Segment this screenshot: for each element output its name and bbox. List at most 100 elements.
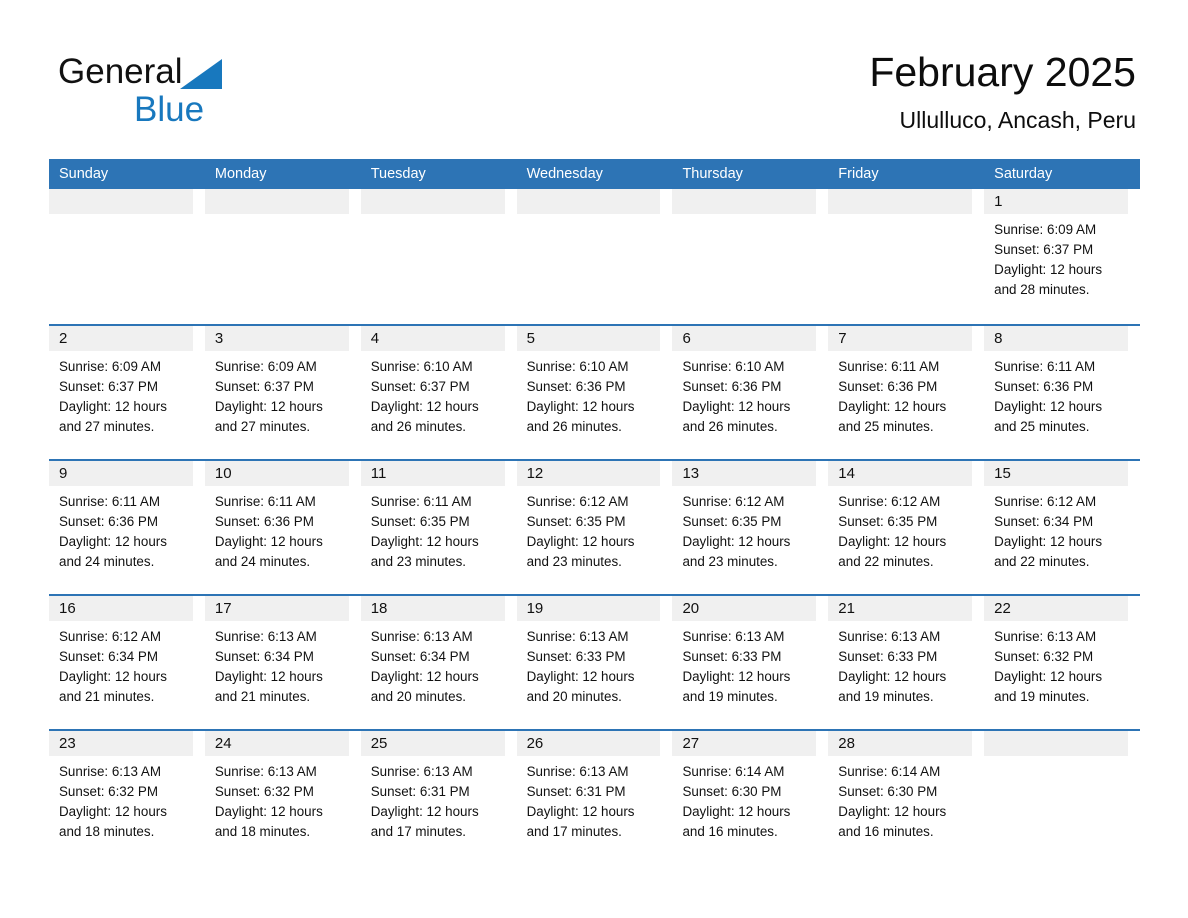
calendar-day-cell[interactable]: 16 Sunrise: 6:12 AM Sunset: 6:34 PM Dayligh… bbox=[49, 596, 205, 729]
calendar-day-cell[interactable]: 6 Sunrise: 6:10 AM Sunset: 6:36 PM Daylight… bbox=[672, 326, 829, 459]
daylight-text: and 19 minutes. bbox=[994, 689, 1090, 704]
sunrise-text: Sunrise: 6:12 AM bbox=[526, 494, 629, 509]
calendar-day-cell[interactable]: 18 Sunrise: 6:13 AM Sunset: 6:34 PM Dayligh… bbox=[360, 596, 517, 729]
sunset-text: Sunset: 6:37 PM bbox=[214, 379, 314, 394]
sunset-text: Sunset: 6:36 PM bbox=[838, 379, 938, 394]
sunset-text: Sunset: 6:37 PM bbox=[59, 379, 158, 394]
day-sun-info: Sunrise: 6:13 AM Sunset: 6:31 PM Daylight:… bbox=[361, 756, 513, 842]
day-sun-info bbox=[672, 214, 824, 220]
daylight-text: and 23 minutes. bbox=[370, 554, 467, 569]
calendar-day-cell[interactable]: 7 Sunrise: 6:11 AM Sunset: 6:36 PM Daylight… bbox=[828, 326, 985, 459]
calendar-day-cell[interactable]: 28 Sunrise: 6:14 AM Sunset: 6:30 PM Dayligh… bbox=[828, 731, 985, 864]
calendar-day-cell[interactable]: 10 Sunrise: 6:11 AM Sunset: 6:36 PM Dayligh… bbox=[204, 461, 361, 594]
calendar-page: General Blue February 2025 Ullulluco, An… bbox=[0, 0, 1188, 918]
daylight-text: Daylight: 12 hours bbox=[682, 534, 791, 549]
day-number: 5 bbox=[526, 330, 535, 347]
sunrise-text: Sunrise: 6:13 AM bbox=[370, 629, 473, 644]
calendar-day-cell[interactable]: 1 Sunrise: 6:09 AM Sunset: 6:37 PM Daylight… bbox=[984, 189, 1141, 324]
sunrise-text: Sunrise: 6:13 AM bbox=[526, 629, 629, 644]
daylight-text: and 22 minutes. bbox=[994, 554, 1090, 569]
logo-top-row: General bbox=[58, 52, 358, 92]
day-number: 1 bbox=[994, 193, 1003, 210]
day-number: 11 bbox=[370, 465, 387, 482]
day-number-band: 12 bbox=[516, 461, 661, 486]
calendar-day-cell[interactable]: 26 Sunrise: 6:13 AM Sunset: 6:31 PM Dayligh… bbox=[516, 731, 673, 864]
daylight-text: Daylight: 12 hours bbox=[994, 399, 1103, 414]
sunset-text: Sunset: 6:33 PM bbox=[838, 649, 938, 664]
sunset-text: Sunset: 6:35 PM bbox=[370, 514, 470, 529]
calendar-day-cell[interactable]: 27 Sunrise: 6:14 AM Sunset: 6:30 PM Dayligh… bbox=[672, 731, 829, 864]
calendar-day-cell[interactable]: 14 Sunrise: 6:12 AM Sunset: 6:35 PM Dayligh… bbox=[828, 461, 985, 594]
daylight-text: and 22 minutes. bbox=[838, 554, 934, 569]
calendar-week-row: 16 Sunrise: 6:12 AM Sunset: 6:34 PM Dayligh… bbox=[49, 594, 1141, 729]
calendar-day-cell[interactable]: 17 Sunrise: 6:13 AM Sunset: 6:34 PM Dayligh… bbox=[204, 596, 361, 729]
sunset-text: Sunset: 6:36 PM bbox=[682, 379, 782, 394]
calendar-day-cell[interactable]: 11 Sunrise: 6:11 AM Sunset: 6:35 PM Dayligh… bbox=[360, 461, 517, 594]
daylight-text: and 26 minutes. bbox=[682, 419, 778, 434]
daylight-text: and 18 minutes. bbox=[59, 824, 155, 839]
calendar-day-cell[interactable]: 3 Sunrise: 6:09 AM Sunset: 6:37 PM Daylight… bbox=[204, 326, 361, 459]
calendar-day-cell[interactable]: 21 Sunrise: 6:13 AM Sunset: 6:33 PM Dayligh… bbox=[828, 596, 985, 729]
calendar-day-cell[interactable]: 5 Sunrise: 6:10 AM Sunset: 6:36 PM Daylight… bbox=[516, 326, 673, 459]
calendar-empty-cell bbox=[828, 189, 985, 324]
calendar-empty-cell bbox=[984, 731, 1141, 864]
calendar-week-row: 9 Sunrise: 6:11 AM Sunset: 6:36 PM Daylight… bbox=[49, 459, 1141, 594]
calendar-day-cell[interactable]: 24 Sunrise: 6:13 AM Sunset: 6:32 PM Dayligh… bbox=[204, 731, 361, 864]
day-number-band: 15 bbox=[984, 461, 1129, 486]
sunset-text: Sunset: 6:30 PM bbox=[682, 784, 782, 799]
day-number: 2 bbox=[59, 330, 68, 347]
calendar-day-cell[interactable]: 19 Sunrise: 6:13 AM Sunset: 6:33 PM Dayligh… bbox=[516, 596, 673, 729]
daylight-text: and 16 minutes. bbox=[838, 824, 934, 839]
sunrise-text: Sunrise: 6:12 AM bbox=[994, 494, 1097, 509]
generalblue-logo[interactable]: General Blue bbox=[58, 52, 358, 132]
day-sun-info: Sunrise: 6:13 AM Sunset: 6:34 PM Daylight:… bbox=[361, 621, 513, 707]
day-number: 6 bbox=[682, 330, 691, 347]
day-sun-info: Sunrise: 6:11 AM Sunset: 6:36 PM Daylight:… bbox=[49, 486, 201, 572]
calendar-day-cell[interactable]: 13 Sunrise: 6:12 AM Sunset: 6:35 PM Dayligh… bbox=[672, 461, 829, 594]
calendar-day-cell[interactable]: 20 Sunrise: 6:13 AM Sunset: 6:33 PM Dayligh… bbox=[672, 596, 829, 729]
calendar-day-cell[interactable]: 8 Sunrise: 6:11 AM Sunset: 6:36 PM Daylight… bbox=[984, 326, 1141, 459]
day-number-band bbox=[204, 189, 349, 214]
daylight-text: Daylight: 12 hours bbox=[214, 804, 323, 819]
day-number-band bbox=[360, 189, 505, 214]
sunset-text: Sunset: 6:34 PM bbox=[994, 514, 1094, 529]
day-sun-info: Sunrise: 6:09 AM Sunset: 6:37 PM Daylight:… bbox=[205, 351, 357, 437]
sunset-text: Sunset: 6:37 PM bbox=[370, 379, 470, 394]
day-sun-info: Sunrise: 6:11 AM Sunset: 6:36 PM Daylight:… bbox=[984, 351, 1136, 437]
page-title: February 2025 bbox=[869, 49, 1136, 95]
day-number-band: 25 bbox=[360, 731, 505, 756]
day-number: 24 bbox=[214, 735, 232, 752]
calendar-weeks: 1 Sunrise: 6:09 AM Sunset: 6:37 PM Daylight… bbox=[49, 189, 1141, 864]
day-sun-info bbox=[984, 756, 1136, 762]
calendar-day-cell[interactable]: 12 Sunrise: 6:12 AM Sunset: 6:35 PM Dayligh… bbox=[516, 461, 673, 594]
sunrise-text: Sunrise: 6:11 AM bbox=[994, 359, 1096, 374]
daylight-text: and 27 minutes. bbox=[214, 419, 311, 434]
calendar-day-cell[interactable]: 15 Sunrise: 6:12 AM Sunset: 6:34 PM Dayligh… bbox=[984, 461, 1141, 594]
daylight-text: and 18 minutes. bbox=[214, 824, 311, 839]
calendar-day-cell[interactable]: 9 Sunrise: 6:11 AM Sunset: 6:36 PM Daylight… bbox=[49, 461, 205, 594]
day-number-band: 23 bbox=[49, 731, 193, 756]
sunset-text: Sunset: 6:36 PM bbox=[994, 379, 1094, 394]
sunrise-text: Sunrise: 6:10 AM bbox=[370, 359, 473, 374]
sunrise-text: Sunrise: 6:12 AM bbox=[838, 494, 941, 509]
daylight-text: and 25 minutes. bbox=[994, 419, 1090, 434]
weekday-header-saturday: Saturday bbox=[994, 166, 1053, 182]
sunset-text: Sunset: 6:34 PM bbox=[214, 649, 314, 664]
daylight-text: Daylight: 12 hours bbox=[682, 669, 791, 684]
daylight-text: Daylight: 12 hours bbox=[526, 669, 635, 684]
calendar-day-cell[interactable]: 22 Sunrise: 6:13 AM Sunset: 6:32 PM Dayligh… bbox=[984, 596, 1141, 729]
day-number-band: 16 bbox=[49, 596, 193, 621]
day-sun-info: Sunrise: 6:11 AM Sunset: 6:36 PM Daylight:… bbox=[828, 351, 980, 437]
calendar-day-cell[interactable]: 23 Sunrise: 6:13 AM Sunset: 6:32 PM Dayligh… bbox=[49, 731, 205, 864]
sunrise-text: Sunrise: 6:09 AM bbox=[59, 359, 161, 374]
calendar-day-cell[interactable]: 4 Sunrise: 6:10 AM Sunset: 6:37 PM Daylight… bbox=[360, 326, 517, 459]
sunset-text: Sunset: 6:30 PM bbox=[838, 784, 938, 799]
day-number-band: 6 bbox=[672, 326, 817, 351]
calendar-empty-cell bbox=[49, 189, 205, 324]
calendar-day-cell[interactable]: 2 Sunrise: 6:09 AM Sunset: 6:37 PM Daylight… bbox=[49, 326, 205, 459]
calendar-week-row: 23 Sunrise: 6:13 AM Sunset: 6:32 PM Dayligh… bbox=[49, 729, 1141, 864]
day-number-band: 5 bbox=[516, 326, 661, 351]
calendar-day-cell[interactable]: 25 Sunrise: 6:13 AM Sunset: 6:31 PM Dayligh… bbox=[360, 731, 517, 864]
daylight-text: Daylight: 12 hours bbox=[370, 399, 479, 414]
day-number-band: 9 bbox=[49, 461, 193, 486]
